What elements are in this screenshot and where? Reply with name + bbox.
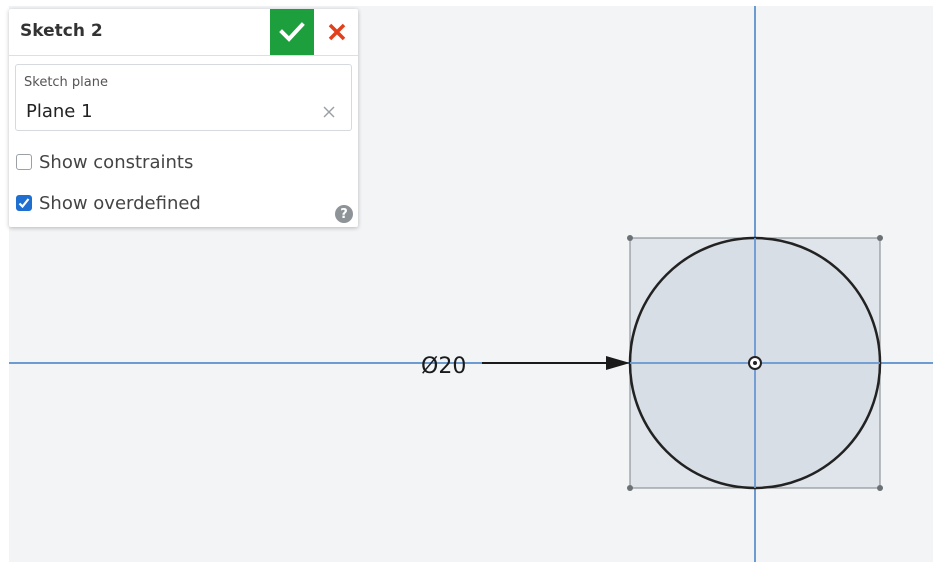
show-constraints-checkbox[interactable]	[16, 154, 32, 170]
sketch-feature-panel: Sketch 2 Sketch plane Plane 1 Show const…	[9, 9, 358, 227]
checkmark-icon	[279, 22, 305, 42]
help-question-icon[interactable]: ?	[335, 205, 353, 223]
show-constraints-option[interactable]: Show constraints	[16, 150, 193, 174]
box-corner-handle[interactable]	[877, 235, 883, 241]
show-overdefined-checkbox[interactable]	[16, 195, 32, 211]
sketch-plane-label: Sketch plane	[24, 75, 108, 90]
clear-x-icon[interactable]	[322, 105, 336, 119]
sketch-plane-value[interactable]: Plane 1	[26, 101, 93, 122]
graphics-viewport[interactable]: Ø20 Sketch 2 Sketch plane Plane 1 Show c…	[0, 0, 933, 562]
panel-header: Sketch 2	[9, 9, 358, 56]
checkbox-check-icon	[18, 198, 30, 209]
box-corner-handle[interactable]	[877, 485, 883, 491]
show-overdefined-option[interactable]: Show overdefined	[16, 191, 201, 215]
panel-title: Sketch 2	[20, 21, 103, 41]
cancel-button[interactable]	[316, 9, 358, 55]
circle-center-dot	[753, 361, 757, 365]
show-overdefined-label: Show overdefined	[39, 192, 201, 214]
show-constraints-label: Show constraints	[39, 151, 194, 173]
accept-button[interactable]	[270, 9, 314, 55]
diameter-dimension-label[interactable]: Ø20	[421, 354, 466, 379]
sketch-plane-field[interactable]: Sketch plane Plane 1	[15, 64, 352, 131]
dimension-arrowhead	[606, 356, 630, 370]
box-corner-handle[interactable]	[627, 485, 633, 491]
box-corner-handle[interactable]	[627, 235, 633, 241]
close-x-icon	[328, 23, 346, 41]
